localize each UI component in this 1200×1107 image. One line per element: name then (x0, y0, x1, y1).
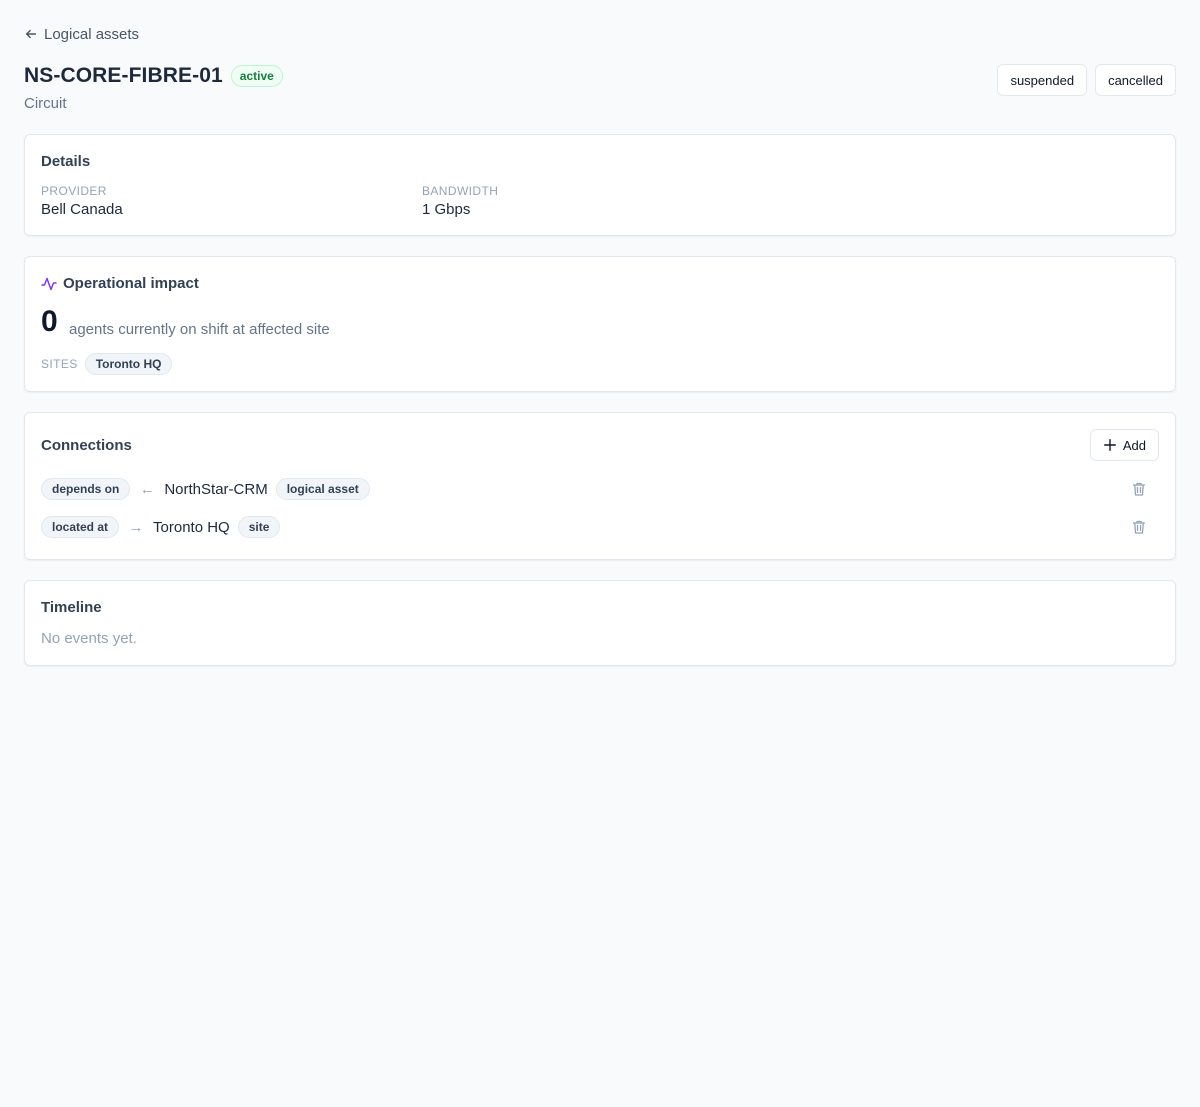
suspend-button[interactable]: suspended (997, 64, 1088, 96)
activity-icon (41, 277, 57, 290)
trash-icon[interactable] (1131, 519, 1147, 535)
connection-row: located at → Toronto HQ site (41, 516, 281, 538)
sites-label: SITES (41, 357, 78, 371)
connection-row: depends on ← NorthStar-CRM logical asset (41, 478, 370, 500)
trash-icon[interactable] (1131, 481, 1147, 497)
back-link-label: Logical assets (44, 25, 140, 43)
arrow-left-icon (25, 29, 37, 39)
affected-sites: SITES Toronto HQ (41, 353, 173, 375)
connection-target[interactable]: Toronto HQ (153, 519, 230, 536)
impact-description: agents currently on shift at affected si… (69, 321, 330, 338)
connections-title: Connections (41, 437, 132, 454)
asset-type: Circuit (24, 95, 67, 112)
add-label: Add (1122, 437, 1146, 453)
bandwidth-label: BANDWIDTH (422, 184, 499, 198)
details-card: Details PROVIDER Bell Canada BANDWIDTH 1… (24, 134, 1176, 236)
provider-value: Bell Canada (41, 201, 123, 218)
site-chip: Toronto HQ (84, 353, 173, 375)
details-title: Details (41, 153, 91, 170)
bandwidth-value: 1 Gbps (422, 201, 471, 218)
status-actions: suspended cancelled (997, 64, 1176, 96)
back-link[interactable]: Logical assets (24, 24, 139, 44)
status-badge: active (230, 65, 283, 87)
target-kind-chip: site (237, 516, 281, 538)
cancel-button[interactable]: cancelled (1095, 64, 1176, 96)
arrow-right-icon: → (128, 518, 144, 536)
page-title: NS-CORE-FIBRE-01 (24, 64, 223, 87)
connection-target[interactable]: NorthStar-CRM (164, 481, 267, 498)
plus-icon (1103, 439, 1116, 451)
timeline-title: Timeline (41, 599, 102, 616)
add-connection-button[interactable]: Add (1089, 429, 1159, 461)
relation-chip: located at (41, 516, 120, 538)
relation-chip: depends on (41, 478, 131, 500)
connections-card: Connections Add depends on ← NorthStar-C… (24, 412, 1176, 560)
provider-label: PROVIDER (41, 184, 107, 198)
timeline-card: Timeline No events yet. (24, 580, 1176, 666)
target-kind-chip: logical asset (275, 478, 370, 500)
arrow-left-icon: ← (139, 480, 155, 498)
timeline-empty-state: No events yet. (41, 630, 137, 647)
agents-on-shift-count: 0 (41, 305, 58, 338)
impact-header: Operational impact (41, 275, 199, 292)
page-header: NS-CORE-FIBRE-01 active (24, 64, 283, 88)
operational-impact-card: Operational impact 0 agents currently on… (24, 256, 1176, 392)
impact-title: Operational impact (63, 275, 199, 292)
